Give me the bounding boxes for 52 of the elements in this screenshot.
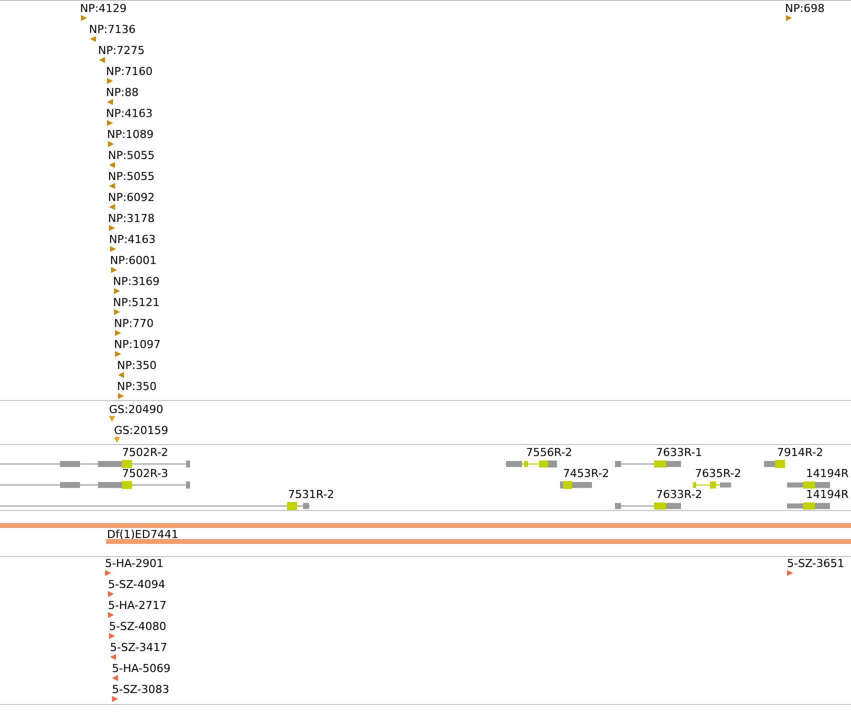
- gene-model-drawing: [560, 481, 592, 489]
- feature-label: NP:1089: [107, 128, 154, 141]
- feature-label: NP:5055: [108, 149, 155, 162]
- feature-label: NP:698: [785, 2, 825, 15]
- down-triangle-icon: [114, 437, 120, 443]
- feature-label: 5-SZ-3417: [110, 641, 168, 654]
- gene-model-drawing: [764, 460, 785, 468]
- feature-label: NP:5055: [108, 170, 155, 183]
- transcript-label: 7502R-2: [122, 446, 168, 459]
- feature-label: NP:4163: [109, 233, 156, 246]
- gene-model-drawing: [787, 481, 830, 489]
- feature-label: NP:88: [106, 86, 139, 99]
- feature-label: GS:20159: [114, 424, 168, 437]
- feature-label: 5-HA-5069: [112, 662, 170, 675]
- feature-label: 5-HA-2717: [108, 599, 166, 612]
- feature-label: NP:6092: [108, 191, 155, 204]
- gene-model-drawing: [693, 481, 731, 489]
- gene-model-drawing: [787, 502, 830, 510]
- feature-label: NP:350: [117, 359, 157, 372]
- feature-label: NP:7136: [89, 23, 136, 36]
- feature-label: NP:3178: [108, 212, 155, 225]
- transcript-label: 7502R-3: [122, 467, 168, 480]
- transcript-label: 7453R-2: [563, 467, 610, 480]
- gene-model-drawing: [506, 460, 557, 468]
- feature-label: NP:4129: [80, 2, 127, 15]
- feature-label: GS:20490: [109, 403, 164, 416]
- transcript-label: 7556R-2: [526, 446, 572, 459]
- transcript-label: 7635R-2: [695, 467, 742, 480]
- transcript-label: 7633R-2: [656, 488, 702, 501]
- transcript-label: 7914R-2: [777, 446, 824, 459]
- feature-label: NP:7275: [98, 44, 145, 57]
- gene-model-drawing: [615, 502, 681, 510]
- feature-label: NP:7160: [106, 65, 153, 78]
- deficiency-label: Df(1)ED7441: [107, 528, 178, 541]
- feature-label: 5-SZ-4094: [108, 578, 166, 591]
- feature-label: 5-HA-2901: [105, 557, 164, 570]
- feature-label: NP:1097: [114, 338, 161, 351]
- feature-label: NP:4163: [106, 107, 153, 120]
- feature-label: NP:770: [114, 317, 154, 330]
- transcript-label: 7633R-1: [656, 446, 702, 459]
- transcript-label: 14194R: [806, 467, 849, 480]
- feature-label: NP:6001: [110, 254, 157, 267]
- feature-label: NP:3169: [113, 275, 160, 288]
- transcript-label: 7531R-2: [288, 488, 334, 501]
- feature-label: NP:350: [117, 380, 157, 393]
- gene-model-drawing: [615, 460, 681, 468]
- feature-label: 5-SZ-4080: [109, 620, 166, 633]
- down-triangle-icon: [109, 416, 115, 422]
- feature-label: 5-SZ-3651: [787, 557, 844, 570]
- transcript-label: 14194R: [806, 488, 849, 501]
- feature-label: NP:5121: [113, 296, 160, 309]
- feature-label: 5-SZ-3083: [112, 683, 170, 696]
